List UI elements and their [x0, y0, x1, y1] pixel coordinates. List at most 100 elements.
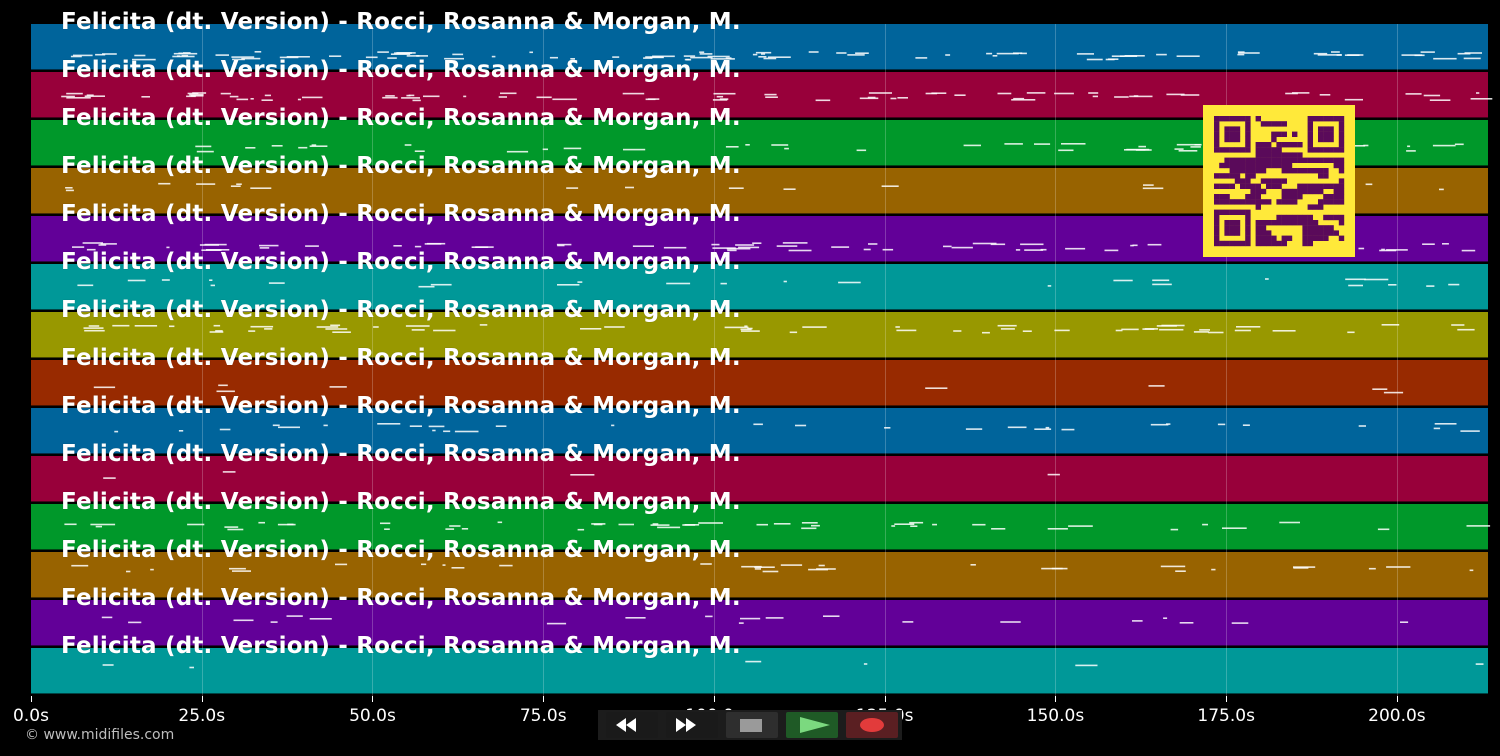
qr-code-icon[interactable]: [1203, 105, 1355, 257]
note: [1144, 328, 1159, 330]
note: [385, 95, 395, 97]
note: [405, 325, 430, 327]
note: [1363, 144, 1369, 147]
note: [1358, 425, 1366, 427]
note: [991, 528, 1006, 530]
note: [1469, 569, 1474, 572]
note: [563, 147, 582, 150]
note: [218, 384, 228, 387]
note: [1138, 145, 1146, 148]
note: [783, 188, 796, 190]
note: [765, 96, 778, 98]
note: [270, 621, 278, 623]
play-button[interactable]: [786, 712, 838, 738]
note: [445, 528, 455, 530]
fast-forward-button[interactable]: [666, 712, 718, 738]
axis-tick: [1226, 696, 1228, 702]
note: [902, 621, 914, 623]
note: [127, 279, 146, 282]
note: [1451, 324, 1465, 326]
note: [776, 245, 798, 247]
note: [1058, 149, 1074, 152]
note: [771, 144, 789, 146]
stop-icon: [740, 719, 762, 732]
note: [1238, 52, 1260, 54]
note: [780, 564, 803, 566]
note: [286, 615, 303, 617]
note: [1372, 388, 1388, 390]
note: [1423, 94, 1441, 97]
note: [1439, 188, 1444, 191]
track-title: Felicita (dt. Version) - Rocci, Rosanna …: [61, 201, 741, 227]
note: [997, 92, 1012, 95]
note: [982, 331, 990, 334]
note: [859, 97, 879, 100]
note: [102, 53, 117, 55]
note: [1114, 96, 1129, 98]
note: [1166, 93, 1185, 96]
note: [1170, 528, 1179, 531]
track-row[interactable]: Felicita (dt. Version) - Rocci, Rosanna …: [31, 633, 1488, 694]
note: [449, 525, 461, 527]
note: [245, 147, 256, 149]
note: [192, 92, 207, 94]
grid-line: [884, 24, 886, 696]
note: [103, 477, 116, 479]
note: [1175, 570, 1186, 572]
note: [570, 474, 595, 476]
note: [1237, 53, 1245, 56]
note: [1406, 150, 1416, 152]
note: [618, 523, 634, 526]
note: [287, 523, 294, 526]
note: [268, 282, 285, 284]
record-button[interactable]: [846, 712, 898, 738]
note: [1400, 621, 1409, 623]
note: [765, 617, 784, 619]
note: [711, 243, 720, 246]
note: [1434, 423, 1457, 425]
note: [250, 187, 272, 189]
note: [377, 51, 389, 53]
note: [261, 99, 273, 101]
note: [1344, 98, 1363, 101]
note: [1176, 55, 1200, 57]
note: [1156, 53, 1167, 56]
note: [224, 526, 239, 528]
note: [90, 523, 116, 526]
note: [823, 615, 840, 617]
note: [1020, 243, 1044, 246]
note: [652, 523, 659, 525]
note: [1420, 51, 1435, 53]
note: [951, 246, 973, 249]
note: [1178, 150, 1198, 152]
note: [740, 617, 761, 620]
note: [699, 53, 713, 55]
play-icon: [800, 717, 830, 733]
note: [1347, 331, 1355, 334]
note: [1433, 57, 1457, 60]
note: [546, 622, 567, 625]
note: [229, 95, 239, 98]
note: [102, 664, 114, 666]
note: [1199, 329, 1210, 331]
note: [997, 324, 1017, 327]
note: [1092, 95, 1098, 98]
note: [330, 324, 341, 327]
note: [1150, 423, 1169, 426]
note: [894, 523, 915, 525]
stop-button[interactable]: [726, 712, 778, 738]
note: [1234, 329, 1251, 332]
note: [233, 619, 254, 622]
note: [1364, 278, 1389, 281]
note: [1190, 146, 1201, 148]
note: [1457, 328, 1475, 331]
note: [497, 521, 503, 524]
rewind-button[interactable]: [606, 712, 658, 738]
note: [963, 144, 981, 147]
note: [1442, 243, 1449, 245]
note: [412, 99, 421, 102]
note: [1211, 568, 1216, 571]
note: [1383, 391, 1404, 394]
note: [332, 331, 351, 333]
note: [1132, 620, 1143, 622]
